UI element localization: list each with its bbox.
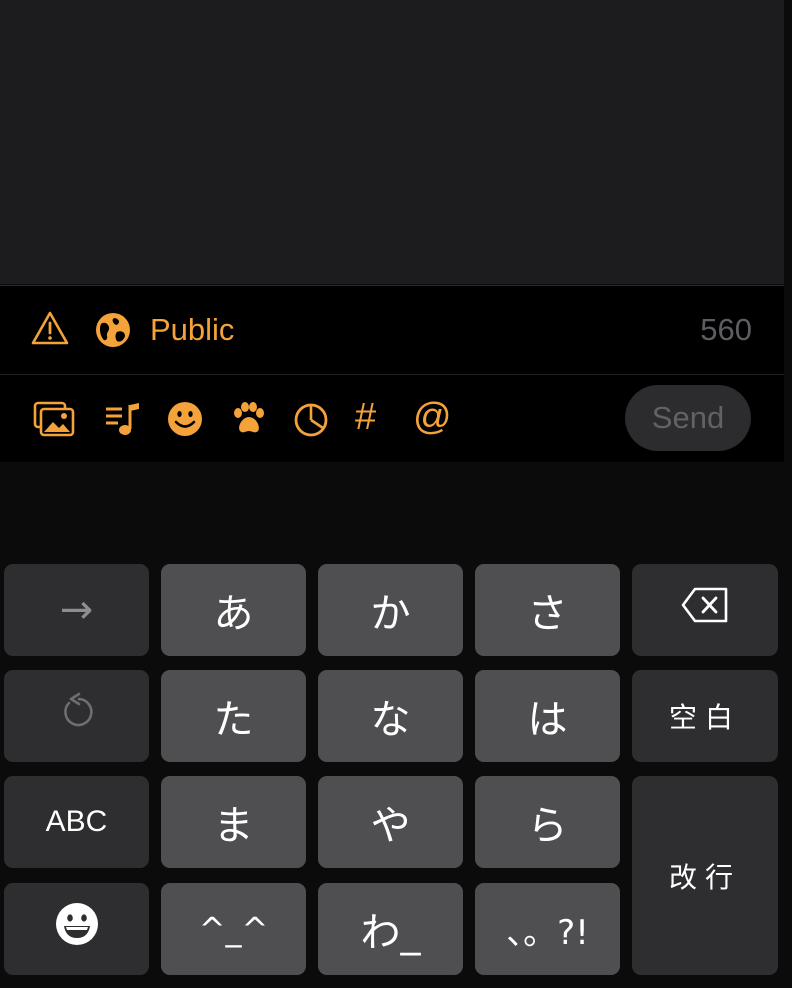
key-a[interactable]: あ: [161, 564, 306, 656]
key-sa[interactable]: さ: [475, 564, 620, 656]
key-undo[interactable]: [4, 670, 149, 762]
photo-library-icon[interactable]: [33, 399, 75, 439]
key-emoji[interactable]: [4, 883, 149, 975]
key-return[interactable]: 改行: [632, 776, 778, 975]
undo-icon: [57, 691, 97, 741]
key-ya[interactable]: や: [318, 776, 463, 868]
hashtag-icon[interactable]: #: [355, 395, 395, 438]
key-backspace[interactable]: [632, 564, 778, 656]
poll-icon[interactable]: [293, 399, 333, 439]
key-abc[interactable]: ABC: [4, 776, 149, 868]
edge-strip: [784, 0, 792, 462]
visibility-bar: Public 560: [0, 285, 784, 374]
space-label: 空白: [668, 701, 741, 734]
backspace-icon: [680, 585, 730, 635]
key-ta[interactable]: た: [161, 670, 306, 762]
visibility-label[interactable]: Public: [150, 308, 234, 352]
key-wa[interactable]: わ_: [318, 883, 463, 975]
key-ra[interactable]: ら: [475, 776, 620, 868]
key-ha[interactable]: は: [475, 670, 620, 762]
compose-toolbar: # @ Send: [0, 374, 784, 463]
japanese-keyboard: → あ か さ た な は 空白 ABC ま や ら 改行 ^_^ わ_ 、。?…: [0, 462, 792, 988]
globe-icon[interactable]: [95, 312, 131, 348]
key-next-arrow[interactable]: →: [4, 564, 149, 656]
compose-screen: Public 560 # @ Send → あ か さ た な は 空白 ABC…: [0, 0, 792, 988]
mention-icon[interactable]: @: [413, 395, 453, 438]
emoji-keyboard-icon: [54, 901, 100, 957]
emoji-face-icon[interactable]: [166, 399, 206, 439]
key-punctuation[interactable]: 、。?!: [475, 883, 620, 975]
key-space[interactable]: 空白: [632, 670, 778, 762]
content-warning-icon[interactable]: [31, 310, 69, 346]
key-na[interactable]: な: [318, 670, 463, 762]
paw-icon[interactable]: [228, 399, 268, 439]
key-ka[interactable]: か: [318, 564, 463, 656]
key-kaomoji[interactable]: ^_^: [161, 883, 306, 975]
abc-label: ABC: [45, 805, 108, 838]
send-button[interactable]: Send: [625, 385, 751, 451]
return-label: 改行: [668, 860, 741, 894]
key-ma[interactable]: ま: [161, 776, 306, 868]
compose-text-area[interactable]: [0, 0, 784, 284]
character-count: 560: [700, 312, 752, 347]
music-note-icon[interactable]: [104, 399, 144, 439]
